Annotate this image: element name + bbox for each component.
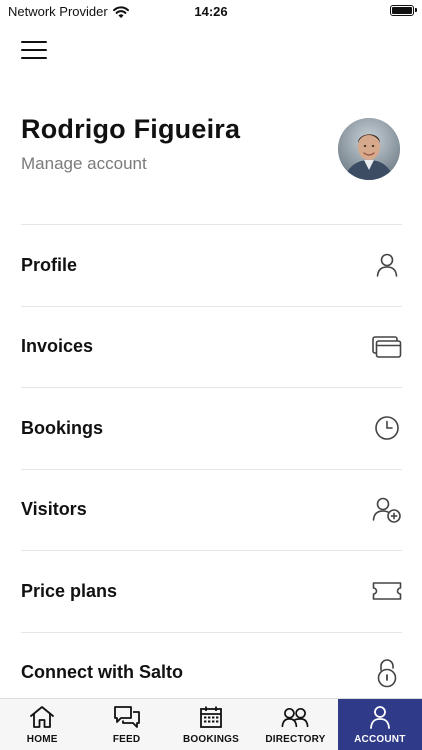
ticket-icon — [372, 576, 402, 606]
battery-icon — [390, 5, 417, 16]
tab-label: HOME — [26, 734, 58, 745]
tab-label: FEED — [112, 734, 141, 745]
hamburger-menu-button[interactable] — [21, 41, 47, 61]
menu-item-visitors[interactable]: Visitors — [21, 470, 402, 551]
menu-item-label: Profile — [21, 254, 78, 275]
bottom-tab-bar: HOME FEED BOOKINGS DIRECTORY ACCOUNT — [0, 698, 422, 750]
menu-item-invoices[interactable]: Invoices — [21, 307, 402, 388]
tab-label: ACCOUNT — [354, 734, 406, 745]
tab-bookings[interactable]: BOOKINGS — [169, 699, 253, 750]
tab-directory[interactable]: DIRECTORY — [253, 699, 337, 750]
status-time: 14:26 — [194, 4, 228, 19]
menu-item-profile[interactable]: Profile — [21, 225, 402, 307]
account-menu-list: Profile Invoices Bookings Visitors Price… — [21, 224, 402, 714]
tab-label: BOOKINGS — [182, 734, 240, 745]
menu-item-label: Bookings — [21, 417, 104, 438]
calendar-icon — [197, 704, 225, 730]
avatar-image — [338, 118, 400, 180]
cards-icon — [372, 332, 402, 362]
menu-line — [21, 49, 47, 51]
menu-item-price-plans[interactable]: Price plans — [21, 551, 402, 633]
people-icon — [281, 704, 309, 730]
home-icon — [28, 704, 56, 730]
menu-line — [21, 41, 47, 43]
manage-account-link[interactable]: Manage account — [21, 154, 147, 174]
tab-feed[interactable]: FEED — [84, 699, 168, 750]
tab-home[interactable]: HOME — [0, 699, 84, 750]
status-bar: Network Provider 14:26 — [0, 0, 422, 22]
tab-label: DIRECTORY — [265, 734, 326, 745]
menu-item-label: Price plans — [21, 580, 118, 601]
user-name: Rodrigo Figueira — [21, 114, 241, 144]
avatar[interactable] — [338, 118, 400, 180]
menu-line — [21, 57, 47, 59]
person-icon — [372, 250, 402, 280]
menu-item-bookings[interactable]: Bookings — [21, 388, 402, 470]
menu-item-label: Invoices — [21, 336, 94, 357]
clock-icon — [372, 413, 402, 443]
lock-icon — [372, 658, 402, 688]
chat-icon — [113, 704, 141, 730]
menu-item-label: Visitors — [21, 499, 87, 520]
add-person-icon — [372, 495, 402, 525]
person-icon — [366, 704, 394, 730]
menu-item-label: Connect with Salto — [21, 662, 183, 683]
tab-account[interactable]: ACCOUNT — [337, 699, 422, 750]
